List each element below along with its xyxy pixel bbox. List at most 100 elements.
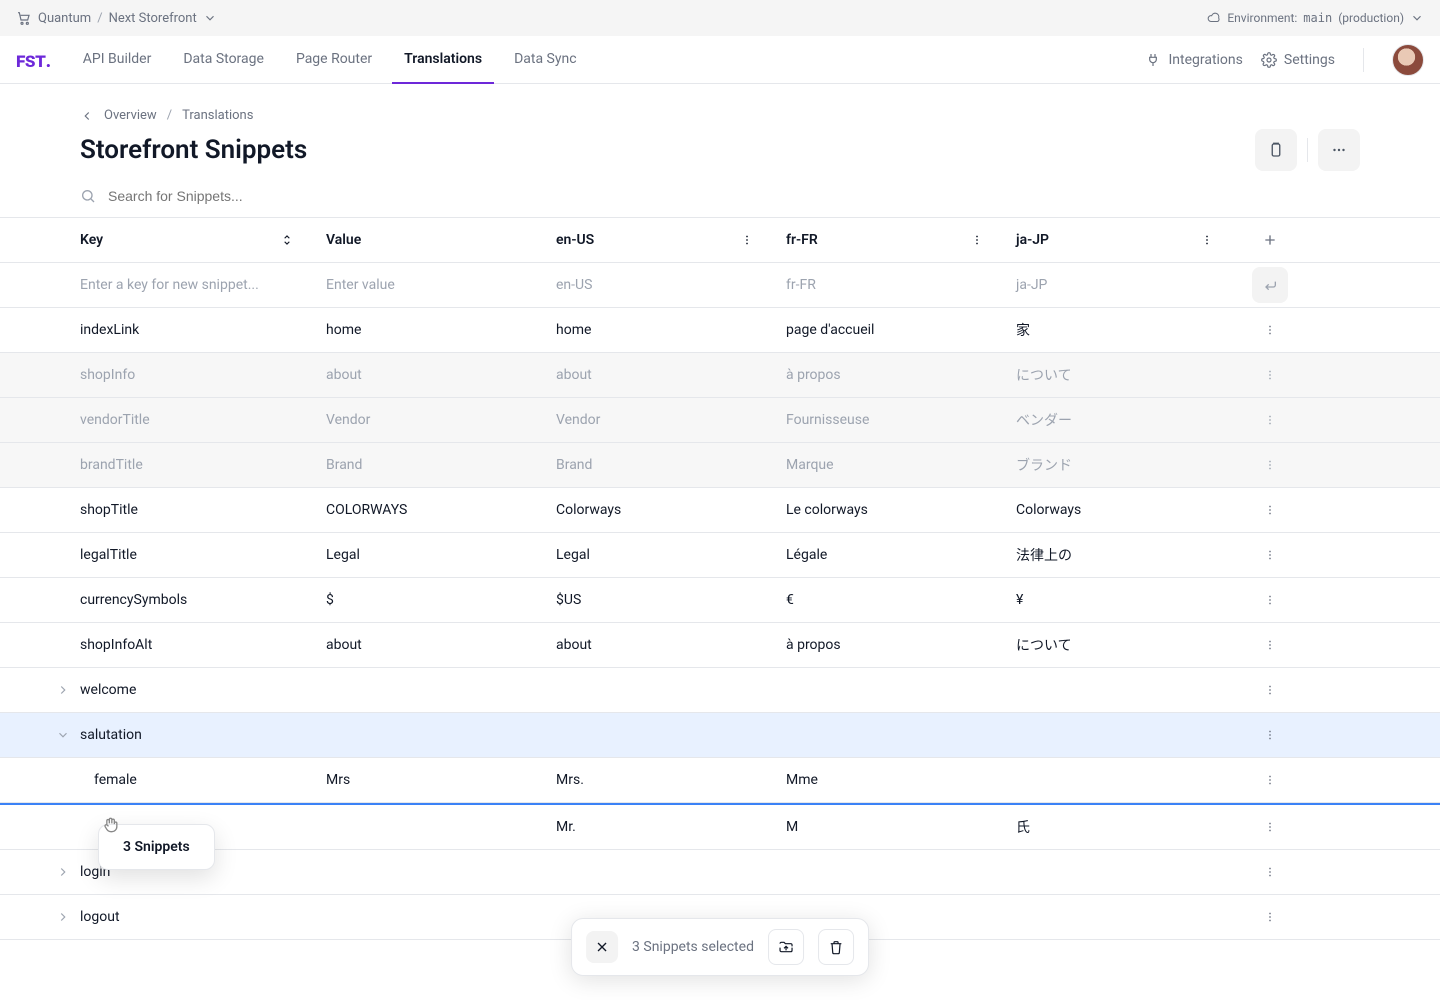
row-actions-button[interactable]	[1230, 593, 1310, 607]
project-name[interactable]: Next Storefront	[109, 11, 197, 26]
row-actions-button[interactable]	[1230, 368, 1310, 382]
snippet-key[interactable]: indexLink	[80, 312, 310, 348]
dismiss-selection-button[interactable]	[586, 931, 618, 963]
table-row[interactable]: legalTitleLegalLegalLégale法律上の	[0, 533, 1440, 578]
table-row[interactable]: shopInfoAltaboutaboutà proposについて	[0, 623, 1440, 668]
more-vertical-icon[interactable]	[1263, 865, 1277, 879]
row-actions-button[interactable]	[1230, 638, 1310, 652]
more-vertical-icon[interactable]	[740, 233, 754, 247]
snippet-locale[interactable]: 法律上の	[1000, 535, 1230, 575]
snippet-locale[interactable]: Le colorways	[770, 492, 1000, 528]
snippet-locale[interactable]: M	[770, 809, 1000, 845]
row-actions-button[interactable]	[1230, 413, 1310, 427]
snippet-key[interactable]: legalTitle	[80, 537, 310, 573]
row-actions-button[interactable]	[1230, 503, 1310, 517]
integrations-link[interactable]: Integrations	[1145, 52, 1242, 68]
snippet-value[interactable]: Legal	[310, 537, 540, 573]
env-name[interactable]: main	[1303, 11, 1332, 25]
table-row[interactable]: indexLinkhomehomepage d'accueil家	[0, 308, 1440, 353]
snippet-locale[interactable]: Légale	[770, 537, 1000, 573]
snippet-locale[interactable]: 家	[1000, 310, 1230, 350]
more-vertical-icon[interactable]	[970, 233, 984, 247]
snippet-locale[interactable]: Mrs.	[540, 762, 770, 798]
row-actions-button[interactable]	[1230, 820, 1310, 834]
org-name[interactable]: Quantum	[38, 11, 91, 26]
row-actions-button[interactable]	[1230, 865, 1310, 879]
snippet-value[interactable]: Vendor	[310, 402, 540, 438]
more-vertical-icon[interactable]	[1263, 638, 1277, 652]
more-vertical-icon[interactable]	[1263, 820, 1277, 834]
snippet-locale[interactable]: について	[1000, 355, 1230, 395]
nav-tab-data-sync[interactable]: Data Sync	[502, 36, 588, 84]
snippet-key[interactable]: brandTitle	[80, 447, 310, 483]
more-vertical-icon[interactable]	[1263, 728, 1277, 742]
column-locale[interactable]: fr-FR	[770, 222, 1000, 258]
more-vertical-icon[interactable]	[1263, 548, 1277, 562]
clipboard-button[interactable]	[1255, 129, 1297, 171]
row-actions-button[interactable]	[1230, 910, 1310, 924]
group-row[interactable]: salutation	[0, 713, 1440, 758]
snippet-value[interactable]: about	[310, 357, 540, 393]
app-logo[interactable]: fst.	[16, 48, 63, 72]
snippet-value[interactable]: home	[310, 312, 540, 348]
move-selection-button[interactable]	[768, 929, 804, 965]
snippet-locale[interactable]: Legal	[540, 537, 770, 573]
snippet-locale[interactable]: home	[540, 312, 770, 348]
nav-tab-api-builder[interactable]: API Builder	[71, 36, 164, 84]
snippet-locale[interactable]	[1000, 770, 1230, 790]
search-input[interactable]	[106, 187, 506, 205]
snippet-key[interactable]: female	[80, 762, 310, 798]
snippet-value[interactable]	[310, 817, 540, 837]
more-vertical-icon[interactable]	[1263, 368, 1277, 382]
snippet-locale[interactable]: Brand	[540, 447, 770, 483]
more-vertical-icon[interactable]	[1263, 458, 1277, 472]
snippet-locale[interactable]: about	[540, 627, 770, 663]
row-actions-button[interactable]	[1230, 458, 1310, 472]
group-row[interactable]: welcome	[0, 668, 1440, 713]
nav-tab-translations[interactable]: Translations	[392, 36, 494, 84]
chevron-down-icon[interactable]	[203, 11, 217, 25]
avatar[interactable]	[1392, 44, 1424, 76]
snippet-locale[interactable]: Fournisseuse	[770, 402, 1000, 438]
group-key[interactable]: login	[80, 854, 1230, 890]
more-vertical-icon[interactable]	[1263, 683, 1277, 697]
new-key-input[interactable]: Enter a key for new snippet...	[80, 267, 310, 303]
snippet-key[interactable]: currencySymbols	[80, 582, 310, 618]
snippet-value[interactable]: about	[310, 627, 540, 663]
snippet-locale[interactable]: page d'accueil	[770, 312, 1000, 348]
snippet-key[interactable]: shopInfoAlt	[80, 627, 310, 663]
chevron-right-icon[interactable]	[56, 865, 70, 879]
more-vertical-icon[interactable]	[1263, 910, 1277, 924]
breadcrumb-item[interactable]: Translations	[182, 108, 253, 123]
snippet-value[interactable]: Mrs	[310, 762, 540, 798]
table-row[interactable]: Mr.M氏	[0, 805, 1440, 850]
nav-tab-data-storage[interactable]: Data Storage	[171, 36, 276, 84]
snippet-key[interactable]: shopInfo	[80, 357, 310, 393]
chevron-left-icon[interactable]	[80, 109, 94, 123]
snippet-locale[interactable]: Vendor	[540, 402, 770, 438]
snippet-locale[interactable]: 氏	[1000, 807, 1230, 847]
group-key[interactable]: salutation	[80, 717, 1230, 753]
chevron-down-icon[interactable]	[1410, 11, 1424, 25]
snippet-locale[interactable]: Mr.	[540, 809, 770, 845]
chevron-right-icon[interactable]	[56, 910, 70, 924]
more-vertical-icon[interactable]	[1263, 323, 1277, 337]
nav-tab-page-router[interactable]: Page Router	[284, 36, 384, 84]
new-locale-input[interactable]: fr-FR	[770, 267, 1000, 303]
new-snippet-row[interactable]: Enter a key for new snippet... Enter val…	[0, 263, 1440, 308]
snippet-locale[interactable]: ¥	[1000, 582, 1230, 618]
table-row[interactable]: shopTitleCOLORWAYSColorwaysLe colorwaysC…	[0, 488, 1440, 533]
column-value[interactable]: Value	[310, 222, 540, 258]
submit-new-snippet-button[interactable]	[1252, 267, 1288, 303]
snippet-value[interactable]: Brand	[310, 447, 540, 483]
snippet-key[interactable]: vendorTitle	[80, 402, 310, 438]
table-row[interactable]: brandTitleBrandBrandMarqueブランド	[0, 443, 1440, 488]
snippet-locale[interactable]: ベンダー	[1000, 400, 1230, 440]
settings-link[interactable]: Settings	[1261, 52, 1335, 68]
snippet-locale[interactable]: €	[770, 582, 1000, 618]
column-key[interactable]: Key	[80, 222, 310, 258]
snippet-locale[interactable]: Colorways	[1000, 492, 1230, 528]
new-locale-input[interactable]: en-US	[540, 267, 770, 303]
chevron-down-icon[interactable]	[56, 728, 70, 742]
column-locale[interactable]: en-US	[540, 222, 770, 258]
